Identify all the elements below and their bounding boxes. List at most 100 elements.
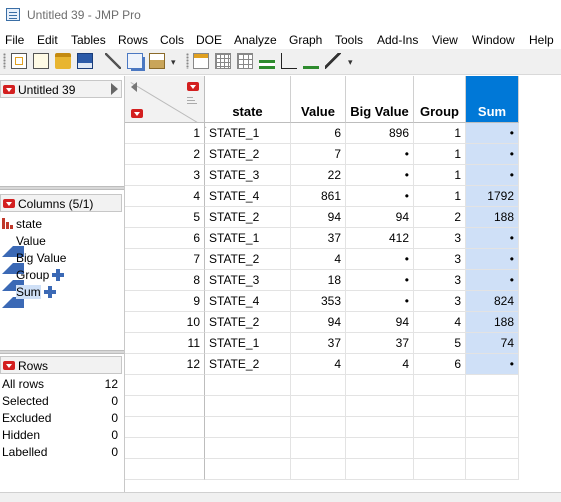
menu-graph[interactable]: Graph (289, 33, 322, 47)
table-cell[interactable]: 1792 (466, 186, 519, 207)
table-cell[interactable]: 4 (291, 249, 346, 270)
open-folder-icon[interactable] (55, 53, 71, 69)
table-cell[interactable]: 37 (291, 228, 346, 249)
distribution-icon[interactable] (259, 53, 275, 69)
table-cell[interactable]: 37 (346, 333, 414, 354)
table-cell[interactable]: 188 (466, 312, 519, 333)
table-cell[interactable]: • (466, 228, 519, 249)
table-cell[interactable]: 412 (346, 228, 414, 249)
table-cell[interactable]: 37 (291, 333, 346, 354)
table-cell[interactable]: • (466, 144, 519, 165)
table-cell[interactable]: 3 (414, 228, 466, 249)
menu-doe[interactable]: DOE (196, 33, 222, 47)
table-cell[interactable]: • (466, 165, 519, 186)
menu-add-ins[interactable]: Add-Ins (377, 33, 418, 47)
menu-rows[interactable]: Rows (118, 33, 148, 47)
paste-icon[interactable] (149, 53, 165, 69)
table-cell[interactable]: • (466, 123, 519, 144)
column-header-big-value[interactable]: Big Value (346, 76, 414, 123)
columns-panel-header[interactable]: Columns (5/1) (0, 194, 122, 212)
row-number[interactable]: 4 (125, 186, 205, 207)
toolbar-grip[interactable] (3, 53, 6, 69)
data-table-icon[interactable] (193, 53, 209, 69)
table-cell[interactable]: STATE_3 (205, 270, 291, 291)
toolbar-grip[interactable] (186, 53, 189, 69)
save-icon[interactable] (77, 53, 93, 69)
table-cell[interactable]: • (346, 291, 414, 312)
row-number[interactable]: 6 (125, 228, 205, 249)
toolbar-overflow-icon[interactable]: ▾ (348, 57, 353, 68)
menu-view[interactable]: View (432, 33, 458, 47)
formula-plus-icon[interactable] (44, 286, 56, 298)
rows-line-all-rows[interactable]: All rows 12 (2, 376, 118, 392)
table-cell[interactable]: • (466, 270, 519, 291)
table-cell[interactable]: 1 (414, 186, 466, 207)
grid-icon[interactable] (237, 53, 253, 69)
table-cell[interactable]: STATE_4 (205, 186, 291, 207)
table-cell[interactable]: STATE_3 (205, 165, 291, 186)
fit-y-by-x-icon[interactable] (281, 53, 297, 69)
menu-window[interactable]: Window (472, 33, 515, 47)
row-number[interactable]: 12 (125, 354, 205, 375)
rows-line-hidden[interactable]: Hidden 0 (2, 427, 118, 443)
table-cell[interactable]: STATE_1 (205, 333, 291, 354)
table-cell[interactable]: STATE_1 (205, 228, 291, 249)
toolbar-overflow-icon[interactable]: ▾ (171, 57, 176, 68)
column-header-state[interactable]: state (205, 76, 291, 123)
row-number[interactable]: 1 (125, 123, 205, 144)
row-red-triangle-icon[interactable] (131, 109, 143, 118)
table-cell[interactable]: 861 (291, 186, 346, 207)
table-cell[interactable]: 94 (346, 312, 414, 333)
table-cell[interactable]: 94 (291, 207, 346, 228)
table-cell[interactable]: 896 (346, 123, 414, 144)
column-red-triangle-icon[interactable] (187, 82, 199, 91)
rows-red-triangle-icon[interactable] (3, 361, 15, 370)
table-cell[interactable]: STATE_2 (205, 144, 291, 165)
fit-model-icon[interactable] (303, 53, 319, 69)
row-number[interactable]: 3 (125, 165, 205, 186)
rows-line-excluded[interactable]: Excluded 0 (2, 410, 118, 426)
new-data-table-icon[interactable] (11, 53, 27, 69)
menu-tables[interactable]: Tables (71, 33, 106, 47)
table-cell[interactable]: 4 (414, 312, 466, 333)
menu-cols[interactable]: Cols (160, 33, 184, 47)
table-cell[interactable]: 188 (466, 207, 519, 228)
row-number[interactable]: 9 (125, 291, 205, 312)
row-number[interactable]: 5 (125, 207, 205, 228)
table-cell[interactable]: 7 (291, 144, 346, 165)
column-header-value[interactable]: Value (291, 76, 346, 123)
table-cell[interactable]: 3 (414, 270, 466, 291)
rows-panel-header[interactable]: Rows (0, 356, 122, 374)
table-cell[interactable]: 74 (466, 333, 519, 354)
copy-icon[interactable] (127, 53, 143, 69)
menu-tools[interactable]: Tools (335, 33, 363, 47)
table-cell[interactable]: 6 (291, 123, 346, 144)
table-cell[interactable]: 22 (291, 165, 346, 186)
table-cell[interactable]: STATE_2 (205, 249, 291, 270)
table-cell[interactable]: • (346, 249, 414, 270)
table-cell[interactable]: • (346, 186, 414, 207)
row-number[interactable]: 8 (125, 270, 205, 291)
table-panel-header[interactable]: Untitled 39 (0, 80, 122, 98)
table-cell[interactable]: 5 (414, 333, 466, 354)
new-script-icon[interactable] (33, 53, 49, 69)
table-cell[interactable]: 353 (291, 291, 346, 312)
table-cell[interactable]: 1 (414, 144, 466, 165)
row-number[interactable]: 11 (125, 333, 205, 354)
menu-file[interactable]: File (5, 33, 24, 47)
table-cell[interactable]: 3 (414, 291, 466, 312)
rows-line-selected[interactable]: Selected 0 (2, 393, 118, 409)
table-cell[interactable]: 3 (414, 249, 466, 270)
script-edit-icon[interactable] (325, 53, 341, 69)
row-number[interactable]: 2 (125, 144, 205, 165)
table-cell[interactable]: STATE_1 (205, 123, 291, 144)
table-cell[interactable]: 94 (346, 207, 414, 228)
table-cell[interactable]: • (466, 354, 519, 375)
column-panel-toggle-icon[interactable] (131, 82, 137, 92)
table-cell[interactable]: 1 (414, 165, 466, 186)
menu-help[interactable]: Help (529, 33, 554, 47)
table-cell[interactable]: 4 (346, 354, 414, 375)
table-red-triangle-icon[interactable] (3, 85, 15, 94)
menu-analyze[interactable]: Analyze (234, 33, 277, 47)
table-cell[interactable]: STATE_2 (205, 354, 291, 375)
